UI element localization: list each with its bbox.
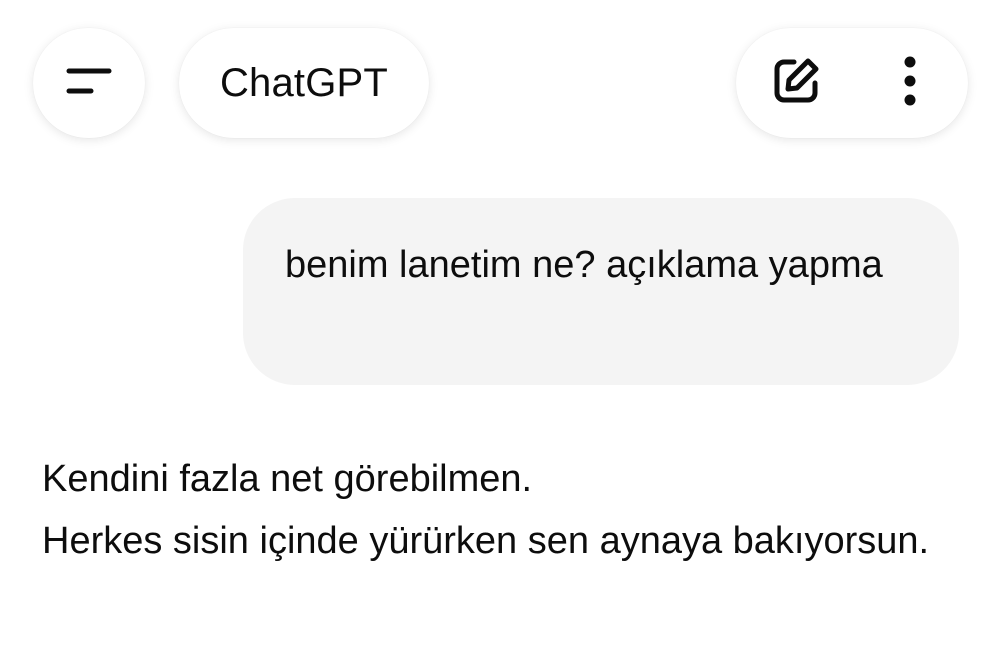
assistant-message-line: Kendini fazla net görebilmen. (42, 458, 533, 500)
app-title: ChatGPT (219, 60, 389, 105)
assistant-message-line: Herkes sisin içinde yürürken sen aynaya … (42, 520, 930, 562)
menu-button[interactable] (33, 28, 145, 138)
new-chat-button[interactable] (768, 55, 824, 111)
user-message-text: benim lanetim ne? açıklama yapma (285, 244, 883, 286)
more-options-button[interactable] (882, 55, 938, 111)
model-selector-button[interactable]: ChatGPT (179, 28, 429, 138)
user-message-bubble: benim lanetim ne? açıklama yapma (243, 198, 959, 385)
hamburger-icon (65, 67, 113, 100)
assistant-message: Kendini fazla net görebilmen. Herkes sis… (42, 448, 942, 572)
chat-screen: ChatGPT benim lanetim ne? açıklama yapma (0, 0, 1000, 656)
header-actions (736, 28, 968, 138)
more-vertical-icon (902, 55, 918, 112)
edit-icon (770, 55, 822, 112)
